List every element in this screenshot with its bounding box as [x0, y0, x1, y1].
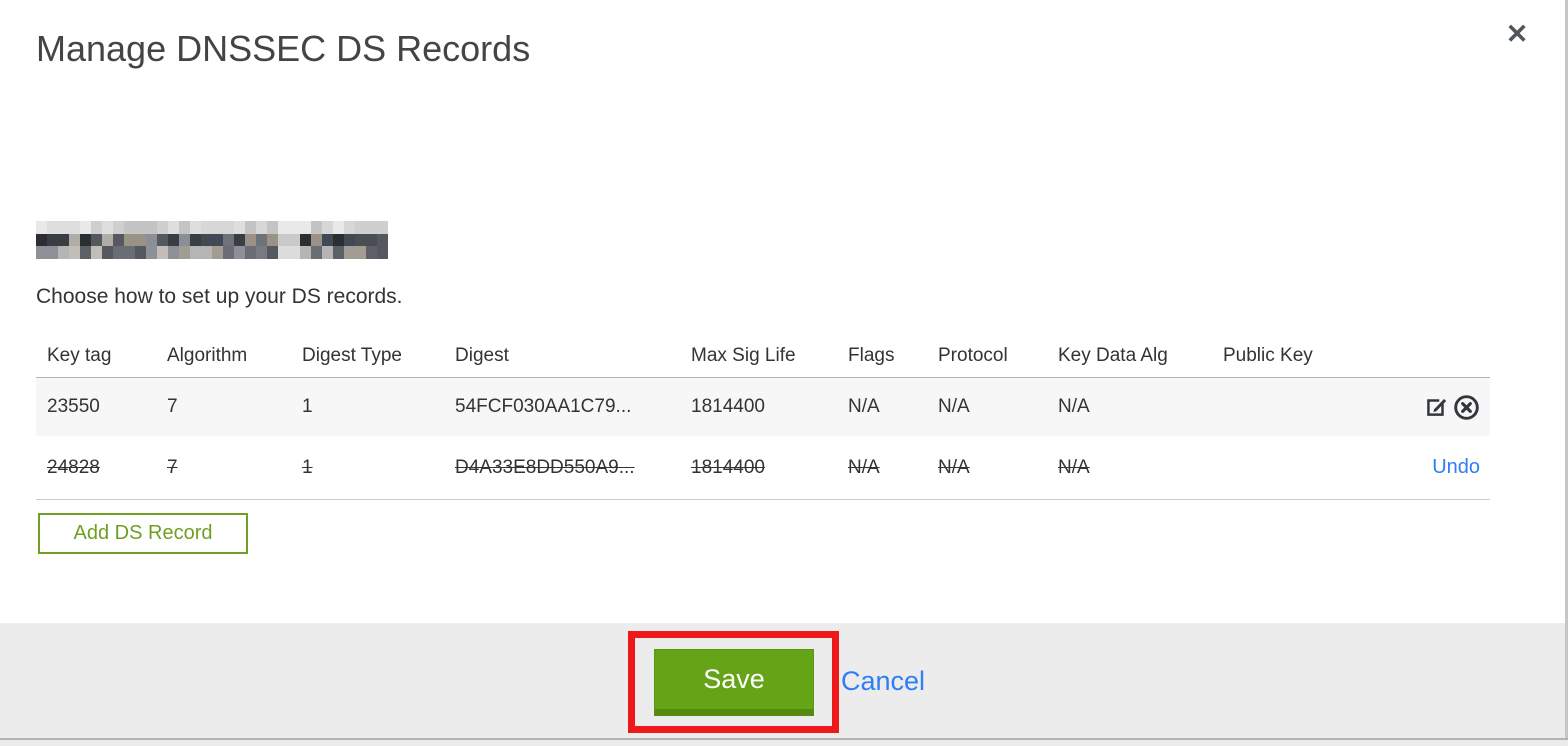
cell-digest: 54FCF030AA1C79...	[455, 396, 632, 417]
column-header-algorithm: Algorithm	[167, 345, 248, 366]
remove-icon[interactable]	[1453, 394, 1480, 421]
add-ds-record-button[interactable]: Add DS Record	[38, 513, 248, 554]
edit-icon[interactable]	[1422, 394, 1449, 421]
cell-flags: N/A	[848, 396, 880, 417]
column-header-key-tag: Key tag	[47, 345, 112, 366]
cell-key-tag: 23550	[47, 396, 100, 417]
cell-key-tag: 24828	[47, 456, 100, 478]
column-header-max-sig-life: Max Sig Life	[691, 345, 796, 366]
column-header-digest-type: Digest Type	[302, 345, 402, 366]
table-header-row: Key tag Algorithm Digest Type Digest Max…	[36, 335, 1490, 377]
cell-key-data-alg: N/A	[1058, 396, 1090, 417]
save-button[interactable]: Save	[654, 649, 814, 716]
cell-algorithm: 7	[167, 456, 178, 478]
undo-link[interactable]: Undo	[1432, 456, 1480, 479]
row-actions	[1223, 394, 1490, 421]
table-row-deleted: 24828 7 1 D4A33E8DD550A9... 1814400 N/A …	[36, 436, 1490, 500]
cell-algorithm: 7	[167, 396, 178, 417]
page-title: Manage DNSSEC DS Records	[36, 28, 531, 69]
window-bottom-strip	[0, 740, 1568, 746]
table-row: 23550 7 1 54FCF030AA1C79... 1814400 N/A …	[36, 377, 1490, 436]
cell-protocol: N/A	[938, 456, 970, 478]
cancel-link[interactable]: Cancel	[841, 666, 925, 697]
redacted-domain	[36, 221, 388, 259]
cell-key-data-alg: N/A	[1058, 456, 1090, 478]
close-icon[interactable]: ✕	[1499, 16, 1535, 52]
column-header-key-data-alg: Key Data Alg	[1058, 345, 1168, 366]
cell-digest: D4A33E8DD550A9...	[455, 456, 635, 478]
cell-protocol: N/A	[938, 396, 970, 417]
column-header-flags: Flags	[848, 345, 895, 366]
cell-digest-type: 1	[302, 396, 313, 417]
column-header-public-key: Public Key	[1223, 345, 1313, 366]
column-header-protocol: Protocol	[938, 345, 1008, 366]
dnssec-modal: Manage DNSSEC DS Records ✕ Choose how to…	[0, 0, 1568, 746]
ds-records-table: Key tag Algorithm Digest Type Digest Max…	[36, 335, 1490, 500]
column-header-digest: Digest	[455, 345, 509, 366]
cell-digest-type: 1	[302, 456, 313, 478]
cell-flags: N/A	[848, 456, 880, 478]
cell-max-sig-life: 1814400	[691, 396, 765, 417]
cell-max-sig-life: 1814400	[691, 456, 765, 478]
instruction-text: Choose how to set up your DS records.	[36, 285, 403, 308]
row-actions: Undo	[1223, 456, 1490, 479]
